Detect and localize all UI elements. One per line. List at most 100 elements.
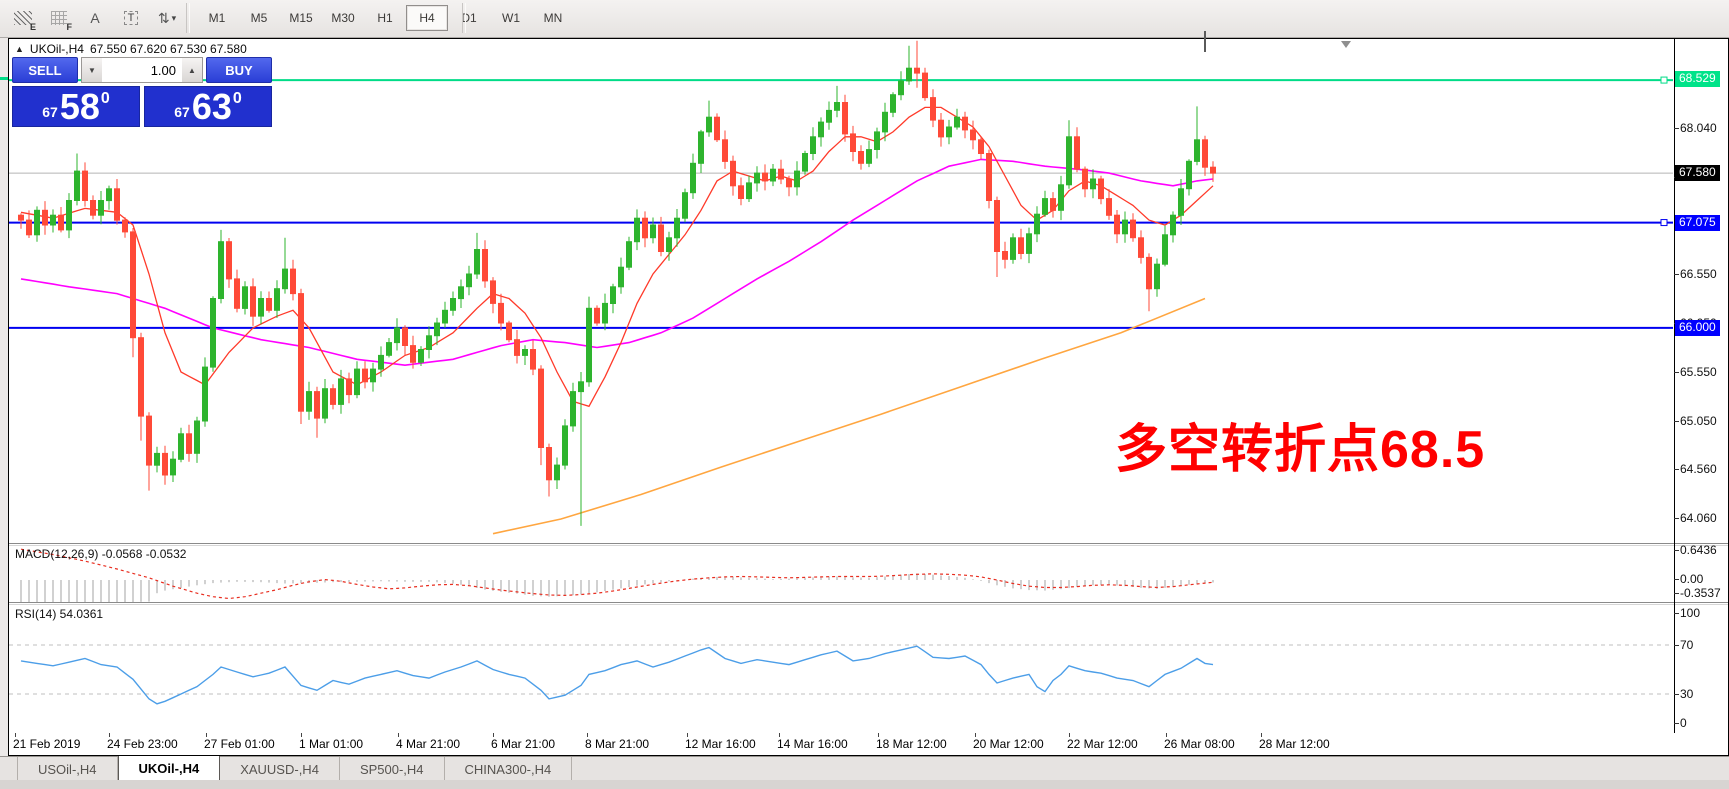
indicators-icon[interactable]: E xyxy=(10,5,36,31)
time-axis-label: 1 Mar 01:00 xyxy=(299,737,363,751)
text-box-icon[interactable]: T xyxy=(118,5,144,31)
time-axis-label: 28 Mar 12:00 xyxy=(1259,737,1330,751)
rsi-axis-label: 30 xyxy=(1680,687,1693,701)
sell-price-digits: 58 xyxy=(60,90,100,124)
rsi-axis-label: 70 xyxy=(1680,638,1693,652)
price-line-label: 68.529 xyxy=(1675,71,1720,87)
time-axis-label: 22 Mar 12:00 xyxy=(1067,737,1138,751)
timeframe-button-m30[interactable]: M30 xyxy=(322,5,364,31)
arrows-icon[interactable]: ⇅▾ xyxy=(154,5,180,31)
buy-price-pip: 0 xyxy=(233,90,242,108)
trendline-left-handle xyxy=(0,77,8,80)
toolbar-separator xyxy=(462,3,466,33)
toolbar-icon-group: E F A T ⇅▾ xyxy=(10,4,180,32)
macd-pane[interactable] xyxy=(9,546,1673,602)
macd-axis-label: -0.3537 xyxy=(1680,586,1721,600)
volume-stepper: ▼ 1.00 ▲ xyxy=(81,57,203,83)
timeframe-button-m15[interactable]: M15 xyxy=(280,5,322,31)
top-toolbar: E F A T ⇅▾ M1M5M15M30H1H4D1W1MN xyxy=(0,0,1729,38)
rsi-axis-label: 0 xyxy=(1680,716,1687,730)
symbol-tab-sp500h4[interactable]: SP500-,H4 xyxy=(340,757,445,781)
chart-shift-marker-icon[interactable] xyxy=(1341,41,1351,48)
collapse-arrow-icon[interactable]: ▲ xyxy=(15,44,24,54)
buy-price-major: 67 xyxy=(174,104,190,120)
timeframe-button-m5[interactable]: M5 xyxy=(238,5,280,31)
mt4-window: { "colors": { "bull": "#2EB42E", "bear":… xyxy=(0,0,1729,789)
time-axis-label: 4 Mar 21:00 xyxy=(396,737,460,751)
buy-button[interactable]: BUY xyxy=(206,57,272,83)
axis-tick xyxy=(1674,579,1679,580)
macd-axis-label: 0.6436 xyxy=(1680,543,1717,557)
buy-price-display[interactable]: 67630 xyxy=(144,86,272,127)
chart-title: ▲ UKOil-,H4 67.550 67.620 67.530 67.580 xyxy=(15,42,247,56)
time-axis-label: 6 Mar 21:00 xyxy=(491,737,555,751)
ohlc-values: 67.550 67.620 67.530 67.580 xyxy=(90,42,247,56)
time-axis-label: 8 Mar 21:00 xyxy=(585,737,649,751)
symbol-tab-china300h4[interactable]: CHINA300-,H4 xyxy=(445,757,573,781)
time-axis-label: 14 Mar 16:00 xyxy=(777,737,848,751)
time-axis-label: 24 Feb 23:00 xyxy=(107,737,178,751)
axis-tick xyxy=(1674,372,1679,373)
timeframe-button-w1[interactable]: W1 xyxy=(490,5,532,31)
symbol-tab-usoilh4[interactable]: USOil-,H4 xyxy=(18,757,118,781)
toolbar-separator xyxy=(186,3,190,33)
price-tick-label: 65.050 xyxy=(1680,414,1717,428)
time-axis-label: 12 Mar 16:00 xyxy=(685,737,756,751)
buy-price-digits: 63 xyxy=(192,90,232,124)
timeframe-button-mn[interactable]: MN xyxy=(532,5,574,31)
time-axis-label: 27 Feb 01:00 xyxy=(204,737,275,751)
tab-stub xyxy=(0,757,18,781)
symbol-tab-xauusdh4[interactable]: XAUUSD-,H4 xyxy=(220,757,340,781)
price-tick-label: 68.040 xyxy=(1680,121,1717,135)
timeframe-button-d1[interactable]: D1 xyxy=(448,5,490,31)
rsi-axis-label: 100 xyxy=(1680,606,1700,620)
timeframe-button-m1[interactable]: M1 xyxy=(196,5,238,31)
label-a-icon[interactable]: A xyxy=(82,5,108,31)
grid-icon[interactable]: F xyxy=(46,5,72,31)
axis-tick xyxy=(1674,274,1679,275)
price-axis-line xyxy=(1674,39,1675,733)
symbol-tab-bar: USOil-,H4UKOil-,H4XAUUSD-,H4SP500-,H4CHI… xyxy=(0,756,1729,781)
axis-tick xyxy=(1674,128,1679,129)
timeframe-button-h1[interactable]: H1 xyxy=(364,5,406,31)
axis-tick xyxy=(1674,694,1679,695)
macd-axis-label: 0.00 xyxy=(1680,572,1703,586)
price-tick-label: 64.560 xyxy=(1680,462,1717,476)
volume-decrease-button[interactable]: ▼ xyxy=(82,58,102,82)
price-line-label: 66.000 xyxy=(1675,320,1720,336)
axis-tick xyxy=(1674,723,1679,724)
status-strip xyxy=(0,780,1729,789)
symbol-period-label: UKOil-,H4 xyxy=(30,42,84,56)
price-tick-label: 66.550 xyxy=(1680,267,1717,281)
timeframe-button-h4[interactable]: H4 xyxy=(406,5,448,31)
axis-tick xyxy=(1674,421,1679,422)
rsi-pane[interactable] xyxy=(9,605,1673,733)
time-axis-label: 18 Mar 12:00 xyxy=(876,737,947,751)
axis-tick xyxy=(1674,593,1679,594)
price-tick-label: 64.060 xyxy=(1680,511,1717,525)
symbol-tab-ukoilh4[interactable]: UKOil-,H4 xyxy=(118,756,221,781)
axis-tick xyxy=(1674,613,1679,614)
time-axis-label: 21 Feb 2019 xyxy=(13,737,80,751)
axis-tick xyxy=(1674,645,1679,646)
chart-annotation-text[interactable]: 多空转折点68.5 xyxy=(1115,407,1485,482)
chevron-down-icon[interactable]: ▾ xyxy=(172,13,177,24)
timeframe-button-row: M1M5M15M30H1H4D1W1MN xyxy=(196,5,574,31)
text-cursor xyxy=(1204,31,1206,52)
axis-tick xyxy=(1674,469,1679,470)
axis-tick xyxy=(1674,518,1679,519)
sell-price-pip: 0 xyxy=(101,90,110,108)
sell-button[interactable]: SELL xyxy=(12,57,78,83)
price-line-label: 67.580 xyxy=(1675,165,1720,181)
volume-increase-button[interactable]: ▲ xyxy=(182,58,202,82)
macd-indicator-label: MACD(12,26,9) -0.0568 -0.0532 xyxy=(15,547,186,561)
sell-price-display[interactable]: 67580 xyxy=(12,86,140,127)
one-click-trading-panel: SELL ▼ 1.00 ▲ BUY 67580 67630 xyxy=(12,57,272,127)
axis-tick xyxy=(1674,550,1679,551)
chart-window[interactable]: 68.04067.54066.55066.05065.55065.05064.5… xyxy=(8,38,1729,756)
volume-input[interactable]: 1.00 xyxy=(102,58,182,82)
time-axis-label: 20 Mar 12:00 xyxy=(973,737,1044,751)
time-axis-label: 26 Mar 08:00 xyxy=(1164,737,1235,751)
price-tick-label: 65.550 xyxy=(1680,365,1717,379)
sell-price-major: 67 xyxy=(42,104,58,120)
